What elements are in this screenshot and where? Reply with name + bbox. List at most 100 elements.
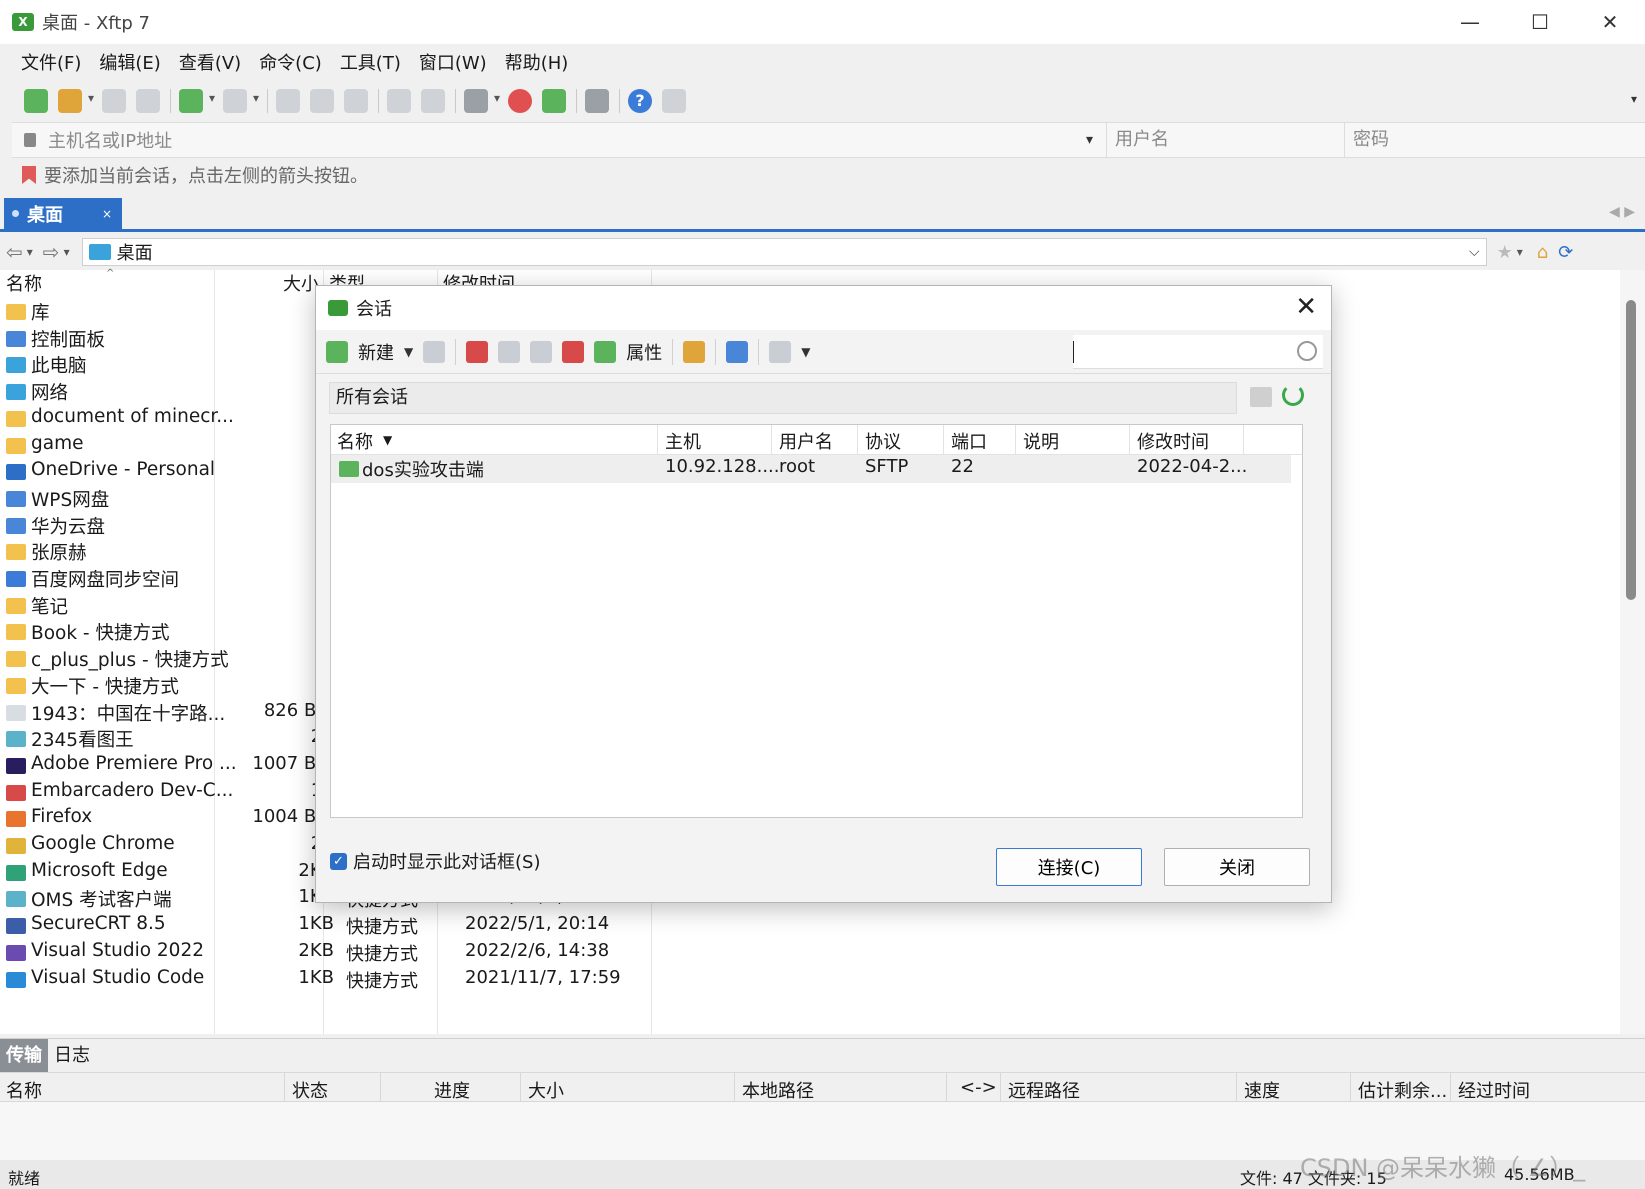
star-icon[interactable]: ★ — [1497, 242, 1513, 263]
properties-button[interactable]: 属性 — [626, 339, 662, 365]
sync-icon[interactable] — [344, 89, 368, 113]
transfer-col-speed[interactable]: 速度 — [1244, 1077, 1280, 1103]
copy-icon[interactable] — [276, 89, 300, 113]
new-folder-icon[interactable] — [683, 340, 706, 363]
menu-tools[interactable]: 工具(T) — [331, 49, 410, 75]
new-terminal-icon[interactable] — [179, 89, 215, 113]
gear-icon[interactable] — [585, 89, 609, 113]
session-col-modified[interactable]: 修改时间 — [1137, 428, 1209, 454]
column-size[interactable]: 大小 — [283, 270, 319, 296]
show-on-startup-label: 启动时显示此对话框(S) — [353, 852, 541, 873]
menu-help[interactable]: 帮助(H) — [496, 49, 578, 75]
transfer-col-name[interactable]: 名称 — [6, 1077, 42, 1103]
menu-command[interactable]: 命令(C) — [250, 49, 331, 75]
forward-dropdown-icon[interactable]: ▾ — [64, 245, 70, 259]
transfer-col-progress[interactable]: 进度 — [434, 1077, 470, 1103]
connect-button[interactable]: 连接(C) — [996, 848, 1142, 886]
transfer-col-size[interactable]: 大小 — [528, 1077, 564, 1103]
chat-icon[interactable] — [662, 89, 686, 113]
refresh-icon[interactable]: ⟳ — [1558, 242, 1573, 263]
copy-icon[interactable] — [498, 340, 521, 363]
new-session-icon[interactable] — [24, 89, 48, 113]
cut-icon[interactable] — [466, 340, 489, 363]
view-icon[interactable] — [769, 340, 792, 363]
help-icon[interactable]: ? — [628, 89, 652, 113]
session-row[interactable]: dos实验攻击端 10.92.128.... root SFTP 22 2022… — [331, 455, 1291, 483]
menu-view[interactable]: 查看(V) — [170, 49, 250, 75]
session-col-user[interactable]: 用户名 — [779, 428, 833, 454]
checkbox-checked-icon[interactable]: ✓ — [330, 852, 347, 870]
folder-icon[interactable] — [1250, 387, 1272, 407]
host-dropdown-icon[interactable]: ▾ — [1086, 132, 1106, 148]
file-row[interactable]: Visual Studio 2022 2KB 快捷方式 2022/2/6, 14:38 — [0, 939, 680, 967]
new-button[interactable]: 新建 — [358, 339, 394, 365]
forward-icon[interactable]: ⇨ — [43, 240, 60, 264]
refresh-icon[interactable] — [1282, 384, 1304, 406]
favorites-dropdown-icon[interactable]: ▾ — [1517, 245, 1523, 259]
upload-icon[interactable] — [387, 89, 411, 113]
transfer-icon[interactable] — [223, 89, 259, 113]
search-icon[interactable] — [1297, 341, 1317, 361]
session-col-protocol[interactable]: 协议 — [865, 428, 901, 454]
delete-icon[interactable] — [562, 340, 585, 363]
paste-icon[interactable] — [310, 89, 334, 113]
open-session-icon[interactable] — [58, 89, 94, 113]
session-col-port[interactable]: 端口 — [951, 428, 987, 454]
globe-icon[interactable] — [464, 89, 500, 113]
menu-edit[interactable]: 编辑(E) — [90, 49, 169, 75]
show-on-startup-checkbox[interactable]: ✓ 启动时显示此对话框(S) — [330, 848, 540, 874]
host-input[interactable]: 主机名或IP地址 — [48, 127, 1086, 153]
session-col-name[interactable]: 名称 — [337, 428, 373, 454]
back-dropdown-icon[interactable]: ▾ — [27, 245, 33, 259]
tab-close-icon[interactable]: × — [102, 207, 112, 221]
toolbar-overflow-icon[interactable]: ▾ — [1631, 92, 1637, 106]
download-icon[interactable] — [421, 89, 445, 113]
scrollbar-thumb[interactable] — [1626, 300, 1636, 600]
close-window-button[interactable]: ✕ — [1575, 0, 1645, 44]
menu-window[interactable]: 窗口(W) — [410, 49, 496, 75]
file-row[interactable]: Visual Studio Code 1KB 快捷方式 2021/11/7, 17:5… — [0, 966, 680, 994]
new-session-icon[interactable] — [326, 340, 348, 363]
transfer-col-status[interactable]: 状态 — [292, 1077, 328, 1103]
close-button[interactable]: 关闭 — [1164, 848, 1310, 886]
session-search-input[interactable] — [1073, 335, 1323, 369]
username-input[interactable]: 用户名 — [1106, 122, 1344, 158]
home-folder-icon[interactable]: ⌂ — [1537, 242, 1548, 263]
password-input[interactable]: 密码 — [1344, 122, 1389, 158]
session-col-host[interactable]: 主机 — [665, 428, 701, 454]
file-row[interactable]: SecureCRT 8.5 1KB 快捷方式 2022/5/1, 20:14 — [0, 912, 680, 940]
dialog-close-button[interactable]: ✕ — [1295, 292, 1317, 322]
transfer-col-local-path[interactable]: 本地路径 — [742, 1077, 814, 1103]
file-name: c_plus_plus - 快捷方式 — [31, 650, 229, 672]
column-name[interactable]: 名称 — [6, 270, 42, 296]
tab-log[interactable]: 日志 — [48, 1039, 96, 1073]
save-icon[interactable] — [423, 340, 446, 363]
back-icon[interactable]: ⇦ — [6, 240, 23, 264]
minimize-button[interactable]: — — [1435, 0, 1505, 44]
paste-icon[interactable] — [530, 340, 553, 363]
path-dropdown-icon[interactable]: ⌵ — [1469, 244, 1480, 260]
session-col-desc[interactable]: 说明 — [1023, 428, 1059, 454]
new-dropdown-icon[interactable]: ▼ — [404, 345, 413, 359]
bookmark-icon[interactable] — [22, 166, 36, 184]
xftp-icon[interactable] — [542, 89, 566, 113]
file-pane-scrollbar[interactable] — [1620, 270, 1645, 1034]
tab-desktop[interactable]: 桌面 × — [4, 198, 122, 229]
session-folder-path[interactable]: 所有会话 — [329, 382, 1237, 414]
transfer-col-direction[interactable]: <-> — [960, 1077, 997, 1098]
path-input[interactable]: 桌面 ⌵ — [81, 238, 1487, 266]
view-dropdown-icon[interactable]: ▼ — [801, 345, 810, 359]
file-name: 此电脑 — [31, 356, 87, 378]
transfer-col-remote-path[interactable]: 远程路径 — [1008, 1077, 1080, 1103]
transfer-col-eta[interactable]: 估计剩余... — [1358, 1077, 1447, 1103]
maximize-button[interactable]: ☐ — [1505, 0, 1575, 44]
menu-file[interactable]: 文件(F) — [12, 49, 90, 75]
connect-icon[interactable] — [102, 89, 126, 113]
disconnect-icon[interactable] — [136, 89, 160, 113]
tab-transfer[interactable]: 传输 — [0, 1038, 48, 1073]
xshell-icon[interactable] — [508, 89, 532, 113]
properties-icon[interactable] — [594, 340, 617, 363]
shortcut-icon[interactable] — [726, 340, 749, 363]
tab-scroll-icon[interactable]: ◀ ▶ — [1609, 204, 1635, 220]
transfer-col-elapsed[interactable]: 经过时间 — [1458, 1077, 1530, 1103]
